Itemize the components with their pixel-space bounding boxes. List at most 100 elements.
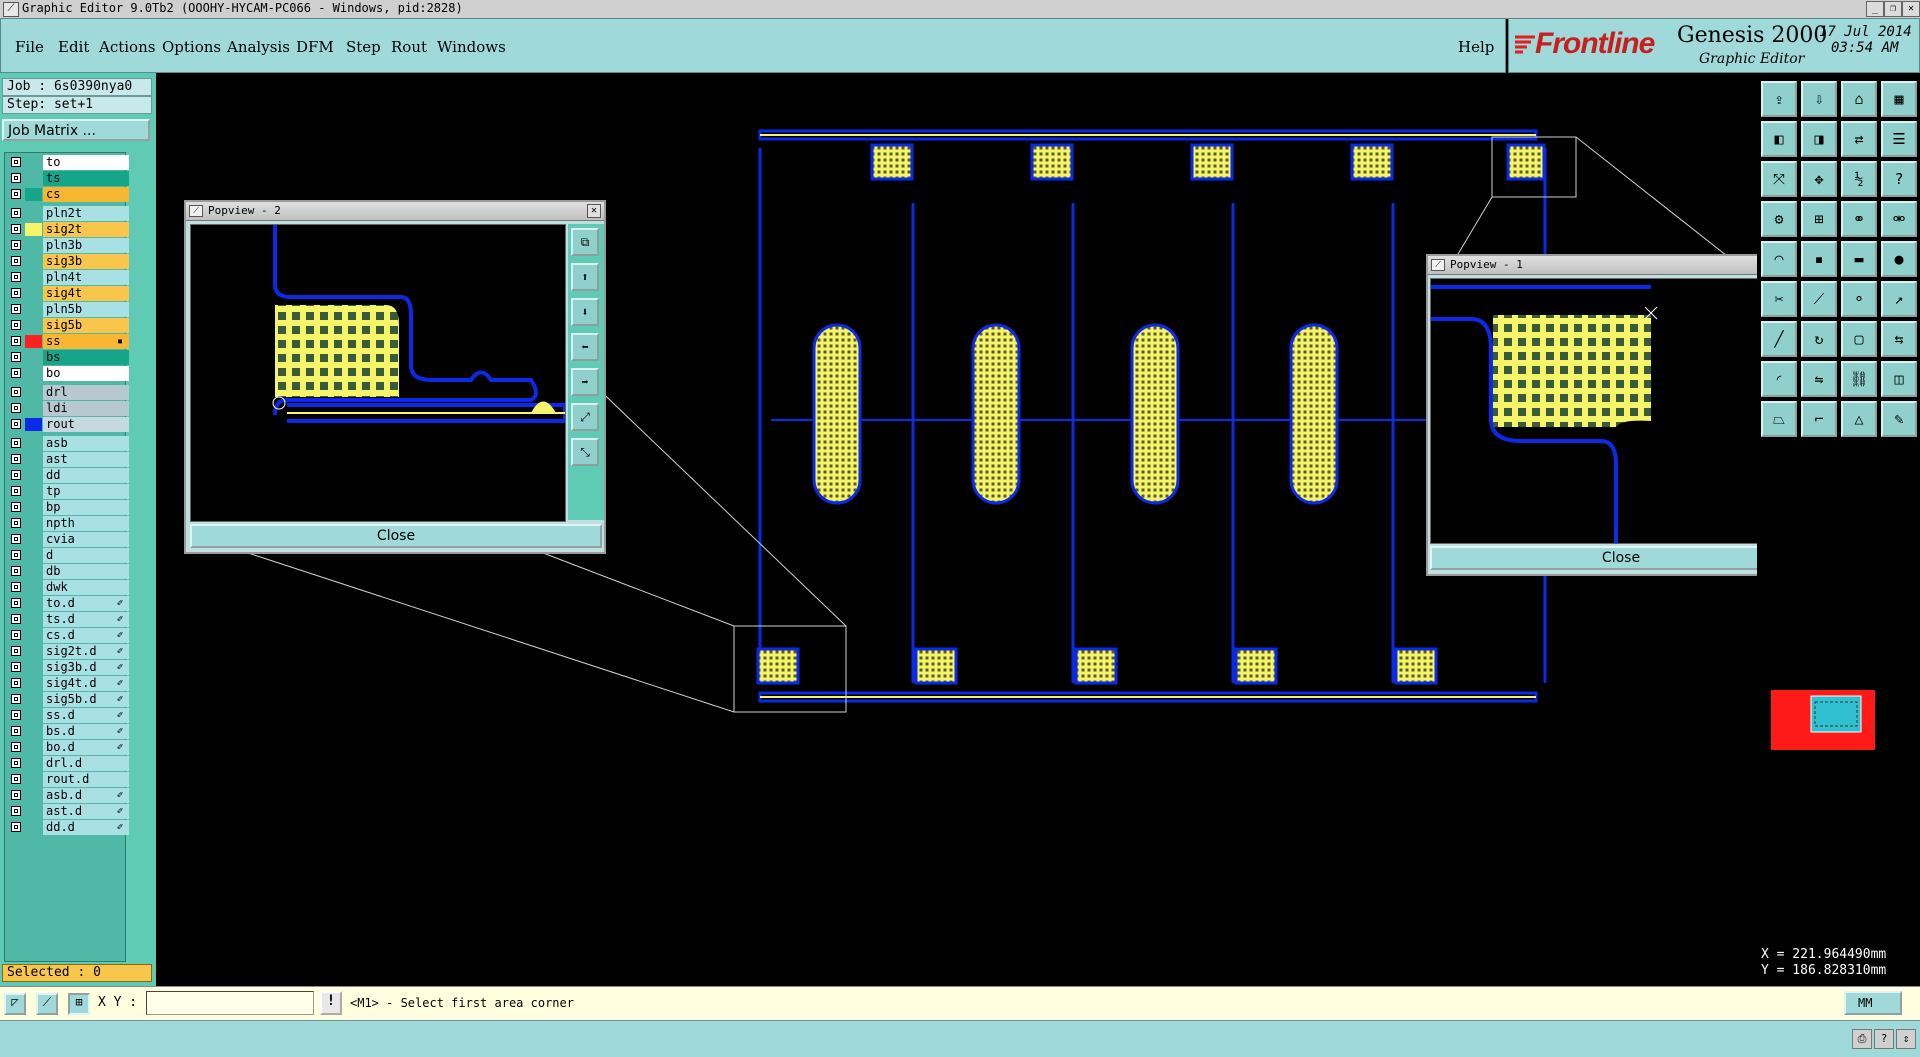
rotate-icon[interactable]: ↻ bbox=[1801, 321, 1837, 357]
minimize-icon[interactable]: _ bbox=[1866, 1, 1884, 17]
upload-icon[interactable]: ⇪ bbox=[1761, 81, 1797, 117]
step-icon[interactable]: ☰ bbox=[1881, 121, 1917, 157]
layer-row[interactable]: asb bbox=[7, 436, 129, 451]
popview-2-canvas[interactable] bbox=[190, 224, 566, 522]
query-icon[interactable]: ? bbox=[1881, 161, 1917, 197]
layer-row[interactable]: sig5b bbox=[7, 318, 129, 333]
menu-file[interactable]: File bbox=[15, 38, 44, 56]
layer-row[interactable]: pln2t bbox=[7, 206, 129, 221]
overview-thumbnail[interactable] bbox=[1771, 690, 1879, 752]
layer-row[interactable]: asb.d ✐ bbox=[7, 788, 129, 803]
menu-actions[interactable]: Actions bbox=[99, 38, 155, 56]
layer-row[interactable]: ss.d ✐ bbox=[7, 708, 129, 723]
layer-row[interactable]: dd bbox=[7, 468, 129, 483]
group-icon[interactable]: ◫ bbox=[1881, 361, 1917, 397]
pencil-icon[interactable]: ✎ bbox=[1881, 401, 1917, 437]
menu-dfm[interactable]: DFM bbox=[296, 38, 334, 56]
layer-row[interactable]: ast bbox=[7, 452, 129, 467]
layer-checkbox[interactable] bbox=[11, 157, 21, 167]
layer-checkbox[interactable] bbox=[11, 438, 21, 448]
layer-row[interactable]: ss ▪ bbox=[7, 334, 129, 349]
layer-checkbox[interactable] bbox=[11, 566, 21, 576]
layer-checkbox[interactable] bbox=[11, 550, 21, 560]
layer-row[interactable]: cs.d ✐ bbox=[7, 628, 129, 643]
layer-checkbox[interactable] bbox=[11, 646, 21, 656]
layer-checkbox[interactable] bbox=[11, 208, 21, 218]
layer-row[interactable]: sig4t bbox=[7, 286, 129, 301]
layer-row[interactable]: bo.d ✐ bbox=[7, 740, 129, 755]
layer-checkbox[interactable] bbox=[11, 173, 21, 183]
layer-checkbox[interactable] bbox=[11, 694, 21, 704]
arc-icon[interactable]: ◠ bbox=[1761, 241, 1797, 277]
fill-icon[interactable]: ▪ bbox=[1801, 241, 1837, 277]
measure-icon[interactable]: ⟋ bbox=[36, 993, 58, 1015]
fit-icon[interactable]: ⤧ bbox=[1761, 161, 1797, 197]
layer-row[interactable]: drl.d bbox=[7, 756, 129, 771]
layer-checkbox[interactable] bbox=[11, 518, 21, 528]
layer-row[interactable]: bo bbox=[7, 366, 129, 381]
bend-icon[interactable]: ↗ bbox=[1881, 281, 1917, 317]
layer-checkbox[interactable] bbox=[11, 710, 21, 720]
layer-row[interactable]: d bbox=[7, 548, 129, 563]
units-select[interactable]: MM bbox=[1844, 991, 1902, 1015]
layer-checkbox[interactable] bbox=[11, 304, 21, 314]
layer-row[interactable]: sig3b bbox=[7, 254, 129, 269]
popview-1-canvas[interactable] bbox=[1430, 278, 1778, 544]
ruler-icon[interactable]: ▬ bbox=[1841, 241, 1877, 277]
home-icon[interactable]: ⌂ bbox=[1841, 81, 1877, 117]
layer-checkbox[interactable] bbox=[11, 774, 21, 784]
layer-checkbox[interactable] bbox=[11, 758, 21, 768]
layer-row[interactable]: npth bbox=[7, 516, 129, 531]
corner-icon[interactable]: ⌐ bbox=[1801, 401, 1837, 437]
layer-checkbox[interactable] bbox=[11, 454, 21, 464]
triangle-icon[interactable]: △ bbox=[1841, 401, 1877, 437]
arc2-icon[interactable]: ◜ bbox=[1761, 361, 1797, 397]
layer-row[interactable]: sig2t bbox=[7, 222, 129, 237]
layer-row[interactable]: dd.d ✐ bbox=[7, 820, 129, 835]
swap-icon[interactable]: ⇄ bbox=[1841, 121, 1877, 157]
move-right-icon[interactable]: ◨ bbox=[1801, 121, 1837, 157]
popview-2-close-button[interactable]: Close bbox=[190, 524, 602, 548]
pan-left-icon[interactable]: ⬅ bbox=[571, 333, 599, 361]
move-left-icon[interactable]: ◧ bbox=[1761, 121, 1797, 157]
layer-checkbox[interactable] bbox=[11, 598, 21, 608]
layer-row[interactable]: pln4t bbox=[7, 270, 129, 285]
snap-icon[interactable]: ◸ bbox=[4, 993, 26, 1015]
layer-checkbox[interactable] bbox=[11, 790, 21, 800]
layer-row[interactable]: bs bbox=[7, 350, 129, 365]
layer-row[interactable]: rout.d bbox=[7, 772, 129, 787]
layer-row[interactable]: pln5b bbox=[7, 302, 129, 317]
route-icon[interactable]: ⚙ bbox=[1761, 201, 1797, 237]
cut-icon[interactable]: ✂ bbox=[1761, 281, 1797, 317]
zoom-window-icon[interactable]: ⧉ bbox=[571, 228, 599, 256]
layer-checkbox[interactable] bbox=[11, 742, 21, 752]
layer-checkbox[interactable] bbox=[11, 470, 21, 480]
layer-row[interactable]: sig3b.d ✐ bbox=[7, 660, 129, 675]
rect-icon[interactable]: ▢ bbox=[1841, 321, 1877, 357]
node-icon[interactable]: ⚬ bbox=[1841, 281, 1877, 317]
menu-help[interactable]: Help bbox=[1458, 38, 1494, 56]
layer-checkbox[interactable] bbox=[11, 662, 21, 672]
layer-row[interactable]: pln3b bbox=[7, 238, 129, 253]
layer-checkbox[interactable] bbox=[11, 272, 21, 282]
layer-checkbox[interactable] bbox=[11, 806, 21, 816]
layer-checkbox[interactable] bbox=[11, 614, 21, 624]
layer-checkbox[interactable] bbox=[11, 502, 21, 512]
layer-row[interactable]: sig4t.d ✐ bbox=[7, 676, 129, 691]
layer-checkbox[interactable] bbox=[11, 224, 21, 234]
layer-checkbox[interactable] bbox=[11, 368, 21, 378]
polygon-icon[interactable]: ⏢ bbox=[1761, 401, 1797, 437]
alert-icon[interactable]: ! bbox=[320, 991, 342, 1015]
printer-icon[interactable]: ⎙ bbox=[1852, 1029, 1872, 1049]
help-icon[interactable]: ? bbox=[1874, 1029, 1894, 1049]
zoom-out-icon[interactable]: ⤡ bbox=[571, 438, 599, 466]
layer-row[interactable]: ast.d ✐ bbox=[7, 804, 129, 819]
slash-icon[interactable]: ╱ bbox=[1761, 321, 1797, 357]
mirror-icon[interactable]: ⇋ bbox=[1801, 361, 1837, 397]
menu-step[interactable]: Step bbox=[346, 38, 381, 56]
restore-icon[interactable]: ❐ bbox=[1884, 1, 1902, 17]
layer-row[interactable]: cvia bbox=[7, 532, 129, 547]
layer-row[interactable]: bp bbox=[7, 500, 129, 515]
dot-icon[interactable]: ● bbox=[1881, 241, 1917, 277]
layer-row[interactable]: dwk bbox=[7, 580, 129, 595]
